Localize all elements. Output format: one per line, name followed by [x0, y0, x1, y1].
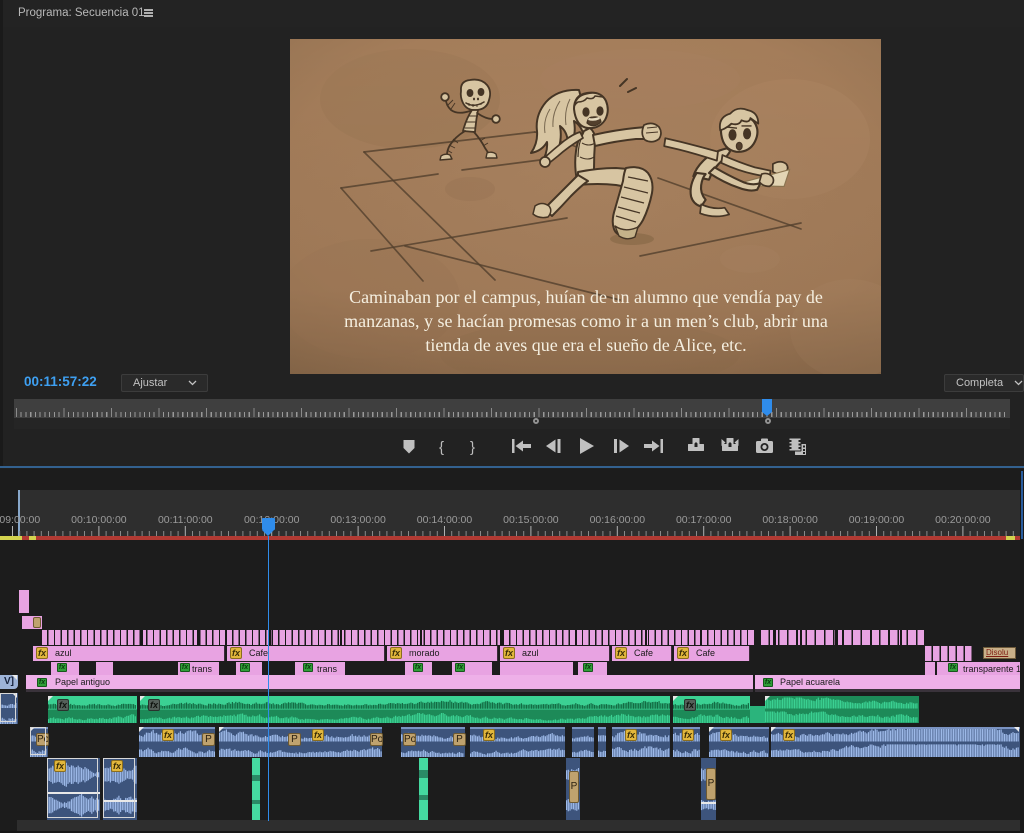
svg-text:00:17:00:00: 00:17:00:00 [676, 514, 732, 526]
svg-text:00:18:00:00: 00:18:00:00 [762, 514, 818, 526]
svg-text:manzanas, y se hacían promesas: manzanas, y se hacían promesas como ir a… [344, 311, 828, 331]
svg-text:00:13:00:00: 00:13:00:00 [330, 514, 386, 526]
svg-text:Caminaban por el campus, huían: Caminaban por el campus, huían de un alu… [349, 287, 823, 307]
svg-text:}: } [470, 439, 475, 456]
svg-text:00:15:00:00: 00:15:00:00 [503, 514, 559, 526]
svg-text:00:14:00:00: 00:14:00:00 [417, 514, 473, 526]
svg-text:{: { [439, 439, 444, 456]
svg-text:00:10:00:00: 00:10:00:00 [71, 514, 127, 526]
svg-text:00:11:00:00: 00:11:00:00 [158, 514, 213, 526]
svg-text:tienda de aves que era el sueñ: tienda de aves que era el sueño de Alice… [425, 335, 746, 355]
svg-text:00:20:00:00: 00:20:00:00 [935, 514, 991, 526]
svg-text:00:19:00:00: 00:19:00:00 [849, 514, 905, 526]
svg-text:00:16:00:00: 00:16:00:00 [590, 514, 646, 526]
svg-text:00:09:00:00: 00:09:00:00 [0, 514, 40, 526]
